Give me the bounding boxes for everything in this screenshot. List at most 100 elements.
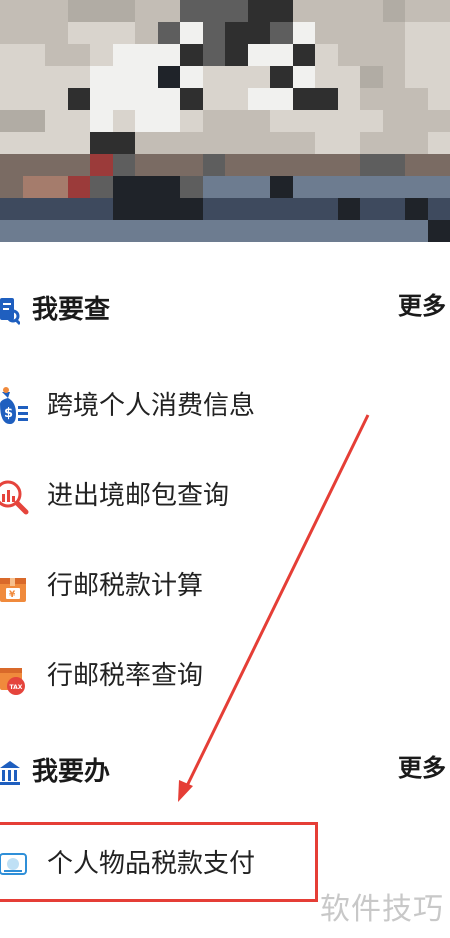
banner-pixel [315, 220, 338, 242]
banner-pixel [315, 88, 338, 110]
banner-pixel [90, 176, 113, 198]
banner-pixel [270, 22, 293, 44]
banner-pixel [225, 132, 248, 154]
banner-pixel [112, 0, 135, 22]
banner-pixel [112, 22, 135, 44]
banner-pixel [135, 198, 158, 220]
banner-pixel [360, 88, 383, 110]
banner-pixel [22, 198, 45, 220]
banner-pixel [67, 154, 90, 176]
banner-pixel [427, 0, 450, 22]
banner-pixel [247, 154, 270, 176]
banner-pixel [360, 220, 383, 242]
magnifier-chart-icon [0, 474, 30, 518]
banner-pixel [45, 220, 68, 242]
banner-pixel [202, 110, 225, 132]
banner-pixel [202, 44, 225, 66]
banner-pixel [22, 132, 45, 154]
banner-pixel [112, 198, 135, 220]
banner-pixel [0, 0, 23, 22]
banner-pixel [45, 66, 68, 88]
banner-pixel [247, 22, 270, 44]
banner-pixel [225, 66, 248, 88]
banner-pixel [180, 198, 203, 220]
banner-pixel [90, 44, 113, 66]
banner-pixel [337, 88, 360, 110]
section-header-handle: 我要办 更多 [0, 742, 450, 802]
banner-pixel [337, 44, 360, 66]
banner-pixel [0, 176, 23, 198]
banner-pixel [202, 88, 225, 110]
banner-pixel [112, 88, 135, 110]
banner-pixel [0, 66, 23, 88]
banner-pixel [202, 22, 225, 44]
banner-pixel [360, 0, 383, 22]
banner-pixel [315, 22, 338, 44]
banner-pixel [337, 154, 360, 176]
banner-pixel [22, 22, 45, 44]
banner-pixel [382, 110, 405, 132]
menu-item-postal-parcel-query[interactable]: 进出境邮包查询 [0, 456, 440, 536]
search-document-icon [0, 294, 22, 326]
banner-pixel [427, 110, 450, 132]
banner-pixel [67, 176, 90, 198]
banner-pixel [292, 176, 315, 198]
menu-item-tax-calculation[interactable]: ¥ 行邮税款计算 [0, 546, 440, 626]
banner-pixel [292, 220, 315, 242]
banner-pixel [315, 0, 338, 22]
banner-pixel [247, 220, 270, 242]
banner-pixel [225, 176, 248, 198]
banner-pixel [180, 132, 203, 154]
menu-item-cross-border-consumption[interactable]: $ 跨境个人消费信息 [0, 366, 440, 446]
banner-pixel [292, 44, 315, 66]
banner-pixel [225, 198, 248, 220]
banner-pixel [157, 110, 180, 132]
banner-pixel [0, 198, 23, 220]
banner-pixel [90, 198, 113, 220]
banner-pixel [427, 44, 450, 66]
banner-pixel [405, 66, 428, 88]
banner-pixel [360, 110, 383, 132]
menu-item-tax-rate-query[interactable]: TAX 行邮税率查询 [0, 636, 440, 716]
banner-pixel [45, 198, 68, 220]
banner-pixel [180, 220, 203, 242]
section-header-query: 我要查 更多 [0, 280, 450, 340]
banner-pixel [67, 110, 90, 132]
banner-pixel [157, 88, 180, 110]
banner-pixel [157, 198, 180, 220]
banner-pixel [157, 154, 180, 176]
banner-pixel [360, 22, 383, 44]
banner-pixel [90, 66, 113, 88]
menu-item-label: 跨境个人消费信息 [47, 391, 256, 421]
banner-pixel [292, 88, 315, 110]
banner-pixel [45, 44, 68, 66]
svg-text:$: $ [4, 406, 13, 421]
more-link-query[interactable]: 更多 [398, 290, 446, 322]
menu-item-label: 行邮税款计算 [47, 571, 204, 601]
banner-pixel [360, 66, 383, 88]
banner-pixel [0, 154, 23, 176]
banner-pixel [405, 44, 428, 66]
banner-pixel [405, 22, 428, 44]
banner-image[interactable] [0, 0, 450, 244]
banner-pixel [90, 220, 113, 242]
more-link-handle[interactable]: 更多 [398, 752, 446, 784]
banner-pixel [0, 220, 23, 242]
svg-text:¥: ¥ [9, 590, 16, 600]
banner-pixel [405, 88, 428, 110]
banner-pixel [247, 44, 270, 66]
menu-item-label: 进出境邮包查询 [47, 481, 230, 511]
banner-pixel [0, 132, 23, 154]
banner-pixel [135, 22, 158, 44]
banner-pixel [180, 88, 203, 110]
banner-pixel [180, 66, 203, 88]
banner-pixel [157, 220, 180, 242]
banner-pixel [360, 198, 383, 220]
banner-pixel [315, 44, 338, 66]
banner-pixel [67, 0, 90, 22]
bank-building-icon [0, 756, 20, 788]
banner-pixel [270, 220, 293, 242]
annotation-highlight-box [0, 822, 318, 902]
banner-pixel [225, 220, 248, 242]
banner-pixel [382, 132, 405, 154]
